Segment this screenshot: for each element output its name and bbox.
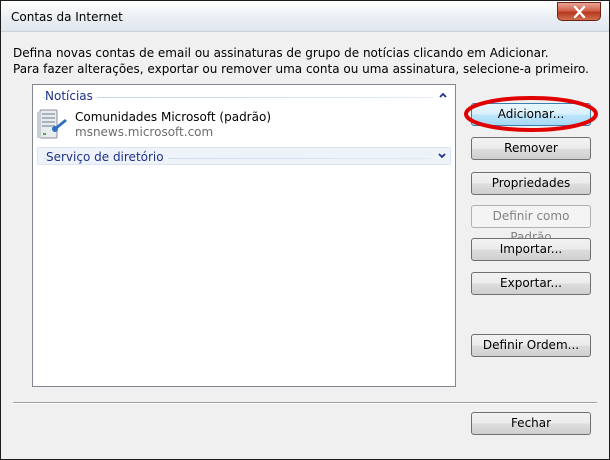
window-title: Contas da Internet bbox=[11, 10, 123, 24]
export-button[interactable]: Exportar... bbox=[471, 272, 591, 295]
instructions-text: Defina novas contas de email ou assinatu… bbox=[13, 45, 589, 77]
instructions-line-2: Para fazer alterações, exportar ou remov… bbox=[13, 62, 589, 76]
add-button[interactable]: Adicionar... bbox=[471, 103, 591, 126]
chevron-down-icon[interactable] bbox=[436, 150, 448, 162]
close-button[interactable]: Fechar bbox=[471, 412, 591, 435]
news-server-icon bbox=[37, 109, 67, 139]
group-label-directory-service: Serviço de diretório bbox=[46, 150, 168, 164]
internet-accounts-dialog: Contas da Internet Defina novas contas d… bbox=[0, 0, 610, 460]
close-window-button[interactable] bbox=[557, 2, 601, 21]
chevron-up-icon[interactable] bbox=[437, 89, 449, 101]
close-icon bbox=[573, 6, 586, 18]
group-header-directory-service[interactable]: Serviço de diretório bbox=[37, 147, 451, 165]
list-item-account[interactable]: Comunidades Microsoft (padrão) msnews.mi… bbox=[37, 108, 337, 142]
account-name: Comunidades Microsoft (padrão) bbox=[75, 110, 271, 124]
account-server: msnews.microsoft.com bbox=[75, 125, 214, 139]
remove-button[interactable]: Remover bbox=[471, 137, 591, 160]
title-bar[interactable]: Contas da Internet bbox=[1, 1, 609, 32]
set-default-button: Definir como Padrão bbox=[471, 205, 591, 244]
accounts-list[interactable]: Notícias Comunidades Microsoft (padrão) … bbox=[32, 84, 456, 387]
group-label-news: Notícias bbox=[45, 89, 97, 103]
set-order-button[interactable]: Definir Ordem... bbox=[471, 334, 591, 357]
import-button[interactable]: Importar... bbox=[471, 238, 591, 261]
footer-separator bbox=[13, 402, 597, 404]
instructions-line-1: Defina novas contas de email ou assinatu… bbox=[13, 46, 549, 60]
properties-button[interactable]: Propriedades bbox=[471, 172, 591, 195]
group-header-news[interactable]: Notícias bbox=[37, 87, 451, 105]
group-divider bbox=[43, 97, 433, 98]
